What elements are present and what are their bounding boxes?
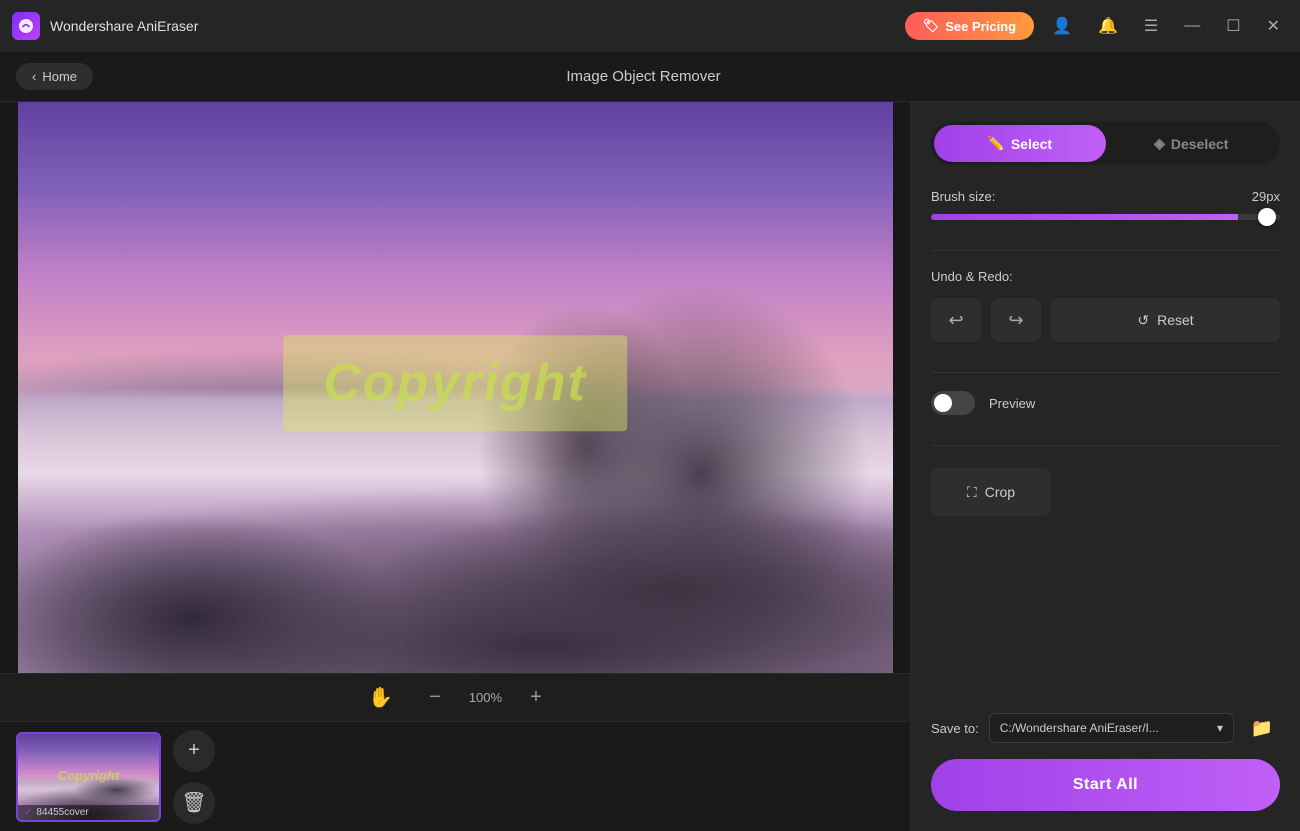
- brush-slider[interactable]: [931, 214, 1280, 220]
- image-viewport[interactable]: Copyright: [0, 102, 910, 673]
- divider-2: [931, 372, 1280, 373]
- back-icon: ‹: [32, 69, 36, 84]
- undo-button[interactable]: ↩: [931, 298, 981, 342]
- checkmark-icon: ✓: [24, 807, 32, 818]
- reset-button[interactable]: ↺ Reset: [1051, 298, 1280, 342]
- user-icon[interactable]: 👤: [1044, 12, 1080, 40]
- thumbnail-footer: ✓ 84455cover: [18, 805, 159, 820]
- folder-icon: 📁: [1251, 718, 1273, 739]
- canvas-area: Copyright ✋ − 100% + Copyright ✓ 84455co…: [0, 102, 910, 831]
- spacer: [931, 516, 1280, 691]
- redo-button[interactable]: ↪: [991, 298, 1041, 342]
- thumbnail-actions: + 🗑: [173, 730, 215, 824]
- pen-icon: ✏️: [987, 135, 1004, 152]
- menu-icon[interactable]: ☰: [1136, 12, 1166, 40]
- thumbnail-copyright: Copyright: [58, 768, 119, 783]
- main-content: Copyright ✋ − 100% + Copyright ✓ 84455co…: [0, 102, 1300, 831]
- navbar: ‹ Home Image Object Remover: [0, 52, 1300, 102]
- brush-slider-container[interactable]: [931, 214, 1280, 220]
- app-icon: [12, 12, 40, 40]
- zoom-out-button[interactable]: −: [421, 682, 449, 713]
- save-path-selector[interactable]: C:/Wondershare AniEraser/I... ▾: [989, 713, 1234, 743]
- save-to-label: Save to:: [931, 721, 979, 736]
- select-deselect-toggle: ✏️ Select ◈ Deselect: [931, 122, 1280, 165]
- undo-redo-row: ↩ ↪ ↺ Reset: [931, 298, 1280, 342]
- thumbnails-bar: Copyright ✓ 84455cover + 🗑: [0, 721, 910, 831]
- brush-size-value: 29px: [1252, 189, 1280, 204]
- home-button[interactable]: ‹ Home: [16, 63, 93, 90]
- right-panel: ✏️ Select ◈ Deselect Brush size: 29px Un…: [910, 102, 1300, 831]
- title-controls: 🏷 See Pricing 👤 🔔 ☰ — ☐ ✕: [905, 12, 1288, 40]
- preview-label: Preview: [989, 396, 1035, 411]
- start-all-button[interactable]: Start All: [931, 759, 1280, 811]
- zoom-level: 100%: [469, 690, 502, 705]
- image-canvas: Copyright: [18, 102, 893, 673]
- divider-3: [931, 445, 1280, 446]
- deselect-button[interactable]: ◈ Deselect: [1106, 125, 1278, 162]
- chevron-down-icon: ▾: [1217, 721, 1223, 735]
- eraser-icon: ◈: [1154, 135, 1165, 152]
- notification-icon[interactable]: 🔔: [1090, 12, 1126, 40]
- brush-size-row: Brush size: 29px: [931, 189, 1280, 204]
- crop-icon: ⛶: [967, 484, 977, 501]
- reset-icon: ↺: [1137, 312, 1149, 329]
- minimize-button[interactable]: —: [1176, 13, 1208, 39]
- canvas-toolbar: ✋ − 100% +: [0, 673, 910, 721]
- preview-row: Preview: [931, 391, 1280, 415]
- copyright-watermark: Copyright: [283, 335, 627, 431]
- app-title: Wondershare AniEraser: [50, 18, 905, 34]
- crop-button[interactable]: ⛶ Crop: [931, 468, 1051, 516]
- see-pricing-button[interactable]: 🏷 See Pricing: [905, 12, 1034, 40]
- maximize-button[interactable]: ☐: [1218, 12, 1248, 40]
- titlebar: Wondershare AniEraser 🏷 See Pricing 👤 🔔 …: [0, 0, 1300, 52]
- brush-slider-thumb[interactable]: [1258, 208, 1276, 226]
- crop-section: ⛶ Crop: [931, 464, 1280, 516]
- delete-image-button[interactable]: 🗑: [173, 782, 215, 824]
- thumbnail-item[interactable]: Copyright ✓ 84455cover: [16, 732, 161, 822]
- save-row: Save to: C:/Wondershare AniEraser/I... ▾…: [931, 711, 1280, 745]
- select-button[interactable]: ✏️ Select: [934, 125, 1106, 162]
- undo-redo-label: Undo & Redo:: [931, 269, 1280, 284]
- hand-tool-button[interactable]: ✋: [360, 681, 401, 714]
- toggle-thumb: [934, 394, 952, 412]
- zoom-in-button[interactable]: +: [522, 682, 550, 713]
- close-button[interactable]: ✕: [1259, 12, 1288, 40]
- brush-size-label: Brush size:: [931, 189, 995, 204]
- page-title: Image Object Remover: [93, 68, 1194, 85]
- add-image-button[interactable]: +: [173, 730, 215, 772]
- divider-1: [931, 250, 1280, 251]
- browse-folder-button[interactable]: 📁: [1244, 711, 1280, 745]
- tag-icon: 🏷: [923, 18, 940, 34]
- preview-toggle[interactable]: [931, 391, 975, 415]
